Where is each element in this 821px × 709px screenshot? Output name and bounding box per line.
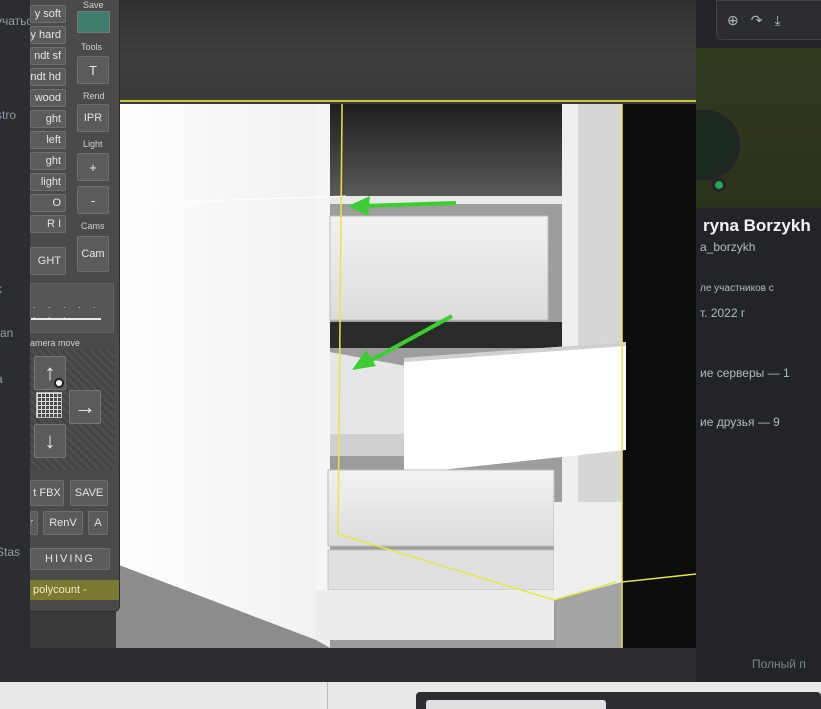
profile-panel: [696, 0, 821, 682]
zoom-in-icon[interactable]: ⊕: [727, 12, 739, 29]
slider[interactable]: . . . . . . . .: [30, 283, 114, 333]
tool-panel: y soft y hard ndt sf ndt hd wood ght lef…: [30, 0, 120, 612]
preset-button[interactable]: R I: [30, 215, 66, 233]
polycount-bar: polycount -: [30, 580, 119, 600]
light-preset-button[interactable]: GHT: [30, 247, 66, 275]
preset-button[interactable]: ght: [30, 110, 66, 128]
preset-button[interactable]: y soft: [30, 5, 66, 23]
background-bottom-bar: [30, 648, 696, 682]
profile-name: ryna Borzykh: [703, 216, 811, 235]
channel-text: учатьс: [0, 14, 30, 28]
preset-button[interactable]: y hard: [30, 26, 66, 44]
save-label: Save: [83, 0, 104, 10]
mutual-friends[interactable]: ие друзья — 9: [700, 415, 780, 429]
save-color-swatch[interactable]: [77, 11, 110, 33]
share-arrow-icon[interactable]: ↷: [751, 12, 763, 29]
r-button[interactable]: r: [30, 511, 38, 535]
camera-right-button[interactable]: →: [69, 390, 101, 424]
3d-viewport[interactable]: [116, 104, 696, 648]
tools-button[interactable]: T: [77, 56, 109, 84]
grid-icon[interactable]: [36, 392, 62, 418]
full-profile-link[interactable]: Полный п: [752, 657, 806, 671]
member-since-label: ле участников с: [700, 283, 774, 294]
tools-label: Tools: [81, 42, 103, 52]
preset-button[interactable]: left: [30, 131, 66, 149]
online-status-icon: [712, 178, 726, 192]
preset-button[interactable]: light: [30, 173, 66, 191]
camera-down-button[interactable]: ↓: [34, 424, 66, 458]
preset-button[interactable]: ght: [30, 152, 66, 170]
member-since-value: т. 2022 г: [700, 306, 746, 320]
ipr-button[interactable]: IPR: [77, 104, 109, 132]
slider-ticks: . . . . . . . .: [33, 300, 101, 320]
slider-track[interactable]: [31, 318, 101, 320]
profile-username: a_borzykh: [700, 240, 756, 254]
preset-button[interactable]: O: [30, 194, 66, 212]
channel-text: a: [0, 372, 3, 386]
renv-button[interactable]: RenV: [43, 511, 83, 535]
rend-label: Rend: [83, 91, 105, 101]
light-minus-button[interactable]: -: [77, 186, 109, 214]
save-button[interactable]: SAVE: [70, 480, 108, 506]
light-plus-button[interactable]: +: [77, 153, 109, 181]
export-fbx-button[interactable]: t FBX: [30, 480, 64, 506]
channel-text: k: [0, 282, 2, 296]
a-button[interactable]: A: [88, 511, 108, 535]
footer-tab[interactable]: [426, 700, 606, 709]
channel-text: stro: [0, 108, 17, 122]
camera-move-label: amera move: [30, 338, 81, 348]
cam-button[interactable]: Cam: [77, 236, 109, 272]
image-viewer-toolbar: ⊕ ↷ ⤓: [716, 0, 821, 40]
cabinet-render: [116, 104, 696, 648]
background-channel-list: учатьс stro k ran a Stas: [0, 0, 30, 682]
preset-button[interactable]: ndt sf: [30, 47, 66, 65]
divider: [327, 682, 328, 709]
channel-text: ran: [0, 326, 14, 340]
mutual-servers[interactable]: ие серверы — 1: [700, 366, 790, 380]
download-icon[interactable]: ⤓: [774, 12, 780, 29]
preset-button[interactable]: ndt hd: [30, 68, 66, 86]
cursor-icon: [54, 378, 64, 388]
cams-label: Cams: [81, 221, 105, 231]
app-top-bar: [116, 0, 696, 102]
archiving-button[interactable]: HIVING: [30, 548, 110, 570]
3d-app-window: y soft y hard ndt sf ndt hd wood ght lef…: [30, 0, 696, 648]
light-label: Light: [83, 139, 103, 149]
channel-text: Stas: [0, 545, 21, 559]
preset-button[interactable]: wood: [30, 89, 66, 107]
